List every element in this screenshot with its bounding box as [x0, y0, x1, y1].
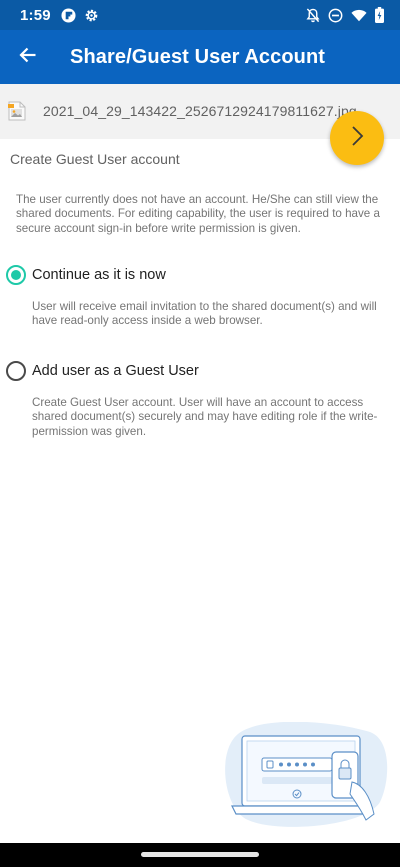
- home-gesture-handle[interactable]: [141, 852, 259, 857]
- section-title: Create Guest User account: [10, 151, 180, 167]
- notifications-off-icon: [306, 7, 320, 23]
- status-left-icons: [61, 7, 99, 23]
- wifi-icon: [351, 9, 367, 22]
- intro-description: The user currently does not have an acco…: [16, 193, 380, 235]
- option-continue-as-is[interactable]: Continue as it is now: [6, 265, 166, 285]
- settings-gear-icon: [84, 8, 99, 23]
- system-navigation-bar: [0, 843, 400, 867]
- option-label-add-guest: Add user as a Guest User: [32, 363, 199, 379]
- status-time: 1:59: [20, 6, 51, 24]
- next-button[interactable]: [330, 111, 384, 165]
- option-label-continue: Continue as it is now: [32, 267, 166, 283]
- do-not-disturb-icon: [328, 8, 343, 23]
- secure-login-illustration: [220, 721, 392, 837]
- option-description-add-guest: Create Guest User account. User will hav…: [32, 396, 378, 438]
- screen: 1:59 Share/Guest User Account 2021_04_29…: [0, 0, 400, 867]
- chevron-right-icon: [349, 125, 365, 152]
- flipboard-icon: [61, 7, 76, 23]
- back-button[interactable]: [0, 30, 56, 84]
- file-name: 2021_04_29_143422_2526712924179811627.jp…: [43, 103, 357, 119]
- radio-continue-as-is[interactable]: [6, 265, 26, 285]
- arrow-back-icon: [19, 46, 37, 69]
- status-right-icons: [306, 7, 384, 23]
- app-bar: Share/Guest User Account: [0, 30, 400, 84]
- battery-icon: [375, 7, 384, 23]
- status-bar: 1:59: [0, 0, 400, 30]
- option-description-continue: User will receive email invitation to th…: [32, 300, 377, 328]
- image-file-icon: [8, 101, 26, 126]
- option-add-guest-user[interactable]: Add user as a Guest User: [6, 361, 199, 381]
- page-title: Share/Guest User Account: [70, 45, 326, 68]
- radio-add-guest-user[interactable]: [6, 361, 26, 381]
